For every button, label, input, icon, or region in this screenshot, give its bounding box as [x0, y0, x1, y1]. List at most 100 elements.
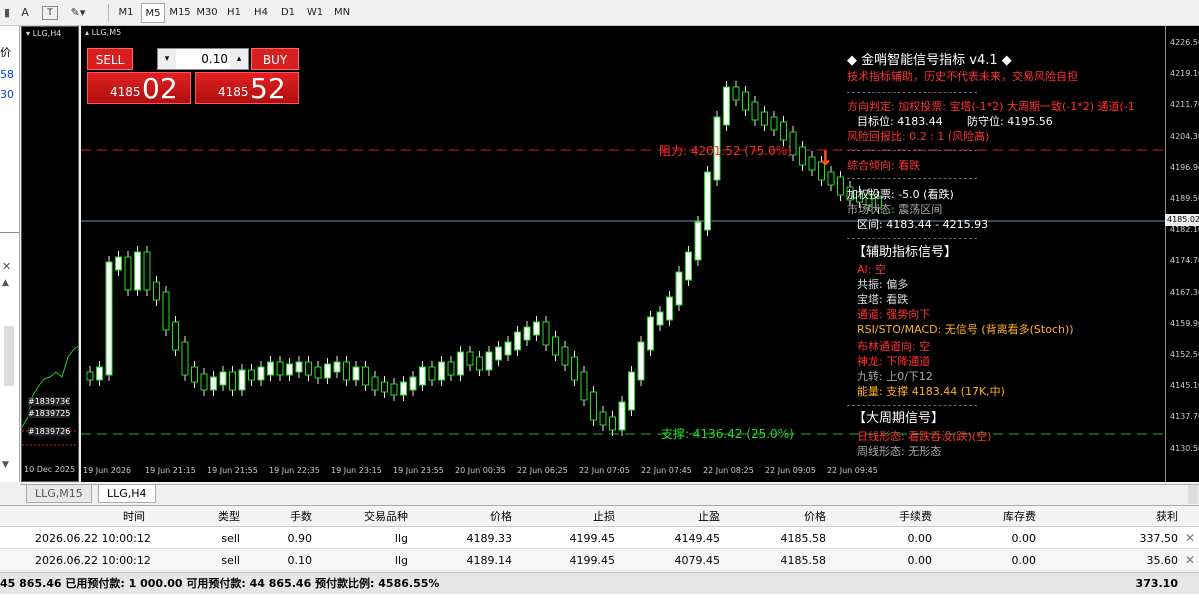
summary-text: 45 865.46 已用预付款: 1 000.00 可用预付款: 44 865.… — [0, 577, 440, 590]
x-axis-label: 10 Dec 2025 — [24, 465, 76, 474]
candle — [628, 371, 635, 411]
table-cell: 337.50 — [1139, 532, 1179, 545]
order-label: #1839726 — [28, 427, 71, 436]
candle — [162, 291, 170, 331]
timeframe-h1-button[interactable]: H1 — [222, 3, 246, 23]
candle — [409, 376, 417, 391]
table-cell: 手数 — [290, 510, 312, 523]
table-cell: 0.10 — [287, 554, 313, 567]
table-cell: 35.60 — [1146, 554, 1179, 567]
candle — [609, 416, 616, 431]
candle — [172, 321, 179, 351]
candle — [523, 326, 531, 341]
resistance-label: 阻力: 4201.52 (75.0%) — [659, 144, 792, 158]
candle — [324, 363, 331, 379]
candle — [362, 366, 369, 386]
dragon-text: 神龙: 下降通道 — [857, 355, 931, 368]
table-row[interactable]: 2026.06.22 10:00:12 sell 0.10 llg 4189.14 419… — [0, 550, 1199, 571]
candle — [390, 383, 398, 396]
candle — [552, 336, 559, 356]
candle — [561, 346, 569, 366]
candle — [742, 91, 749, 111]
lot-value[interactable]: 0.10 — [180, 49, 228, 69]
table-cell: 4199.45 — [569, 554, 616, 567]
candle — [476, 356, 483, 371]
scroll-down-icon[interactable]: ▼ — [2, 460, 9, 470]
text-label-icon[interactable]: T — [42, 6, 58, 20]
x-axis-tick: 22 Jun 07:45 — [641, 466, 692, 475]
price-axis[interactable]: 4226.50 4219.10 4211.70 4204.30 4196.90 4189.… — [1165, 26, 1199, 482]
candle — [419, 366, 426, 386]
lot-decrease-icon[interactable]: ▾ — [158, 49, 176, 69]
table-cell: 0.90 — [287, 532, 313, 545]
y-axis-tick: 4204.30 — [1170, 131, 1199, 141]
candle — [618, 401, 626, 431]
table-cell: 4185.58 — [780, 554, 827, 567]
table-cell: 0.00 — [1011, 532, 1037, 545]
y-axis-tick: 4174.70 — [1170, 256, 1199, 266]
tab-llg-h4[interactable]: LLG,H4 — [98, 485, 156, 503]
candle — [210, 376, 217, 391]
candle — [485, 351, 493, 371]
tower-text: 宝塔: 看跌 — [857, 293, 909, 306]
close-icon[interactable]: ✕ — [2, 260, 11, 273]
timeframe-m5-button[interactable]: M5 — [141, 3, 165, 23]
candle — [276, 361, 284, 376]
candle — [86, 371, 94, 381]
timeframe-m15-button[interactable]: M15 — [168, 3, 192, 23]
candle — [732, 86, 740, 101]
candle — [124, 256, 132, 291]
scroll-up-icon[interactable]: ▲ — [2, 278, 9, 288]
sell-price-box[interactable]: 4185 02 — [87, 72, 191, 105]
table-cell: 4189.33 — [466, 532, 513, 545]
x-axis-tick: 19 Jun 23:15 — [331, 466, 382, 475]
candle — [723, 86, 730, 126]
table-cell: 2026.06.22 10:00:12 — [35, 532, 151, 545]
sell-price-big: 02 — [142, 72, 178, 105]
text-tool-button[interactable]: A — [18, 3, 32, 23]
table-cell: 0.00 — [907, 532, 933, 545]
candle — [590, 391, 597, 421]
close-order-icon[interactable]: ✕ — [1185, 550, 1195, 571]
chart-window-m5[interactable]: ▴ LLG,M5 SELL ▾ 0.10 ▴ BUY 4185 02 4185 … — [81, 26, 1199, 482]
table-cell: llg — [394, 554, 408, 567]
y-axis-tick: 4189.50 — [1170, 194, 1199, 203]
panel-label: 价 — [0, 46, 11, 59]
candle — [191, 366, 198, 383]
chart-window-h4[interactable]: ▾ LLG,H4 #183973€ #1839725 #1839726 10 D… — [21, 26, 79, 482]
close-order-icon[interactable]: ✕ — [1185, 528, 1195, 549]
timeframe-d1-button[interactable]: D1 — [276, 3, 300, 23]
buy-button[interactable]: BUY — [251, 48, 299, 70]
candle — [305, 361, 312, 376]
x-axis-tick: 22 Jun 09:05 — [765, 466, 816, 475]
indicator-overlay: ◆ 金哨智能信号指标 v4.1 ◆ 技术指标辅助，历史不代表未来，交易风险自担 … — [847, 48, 1199, 458]
cursor-icon[interactable]: ▮ — [2, 3, 12, 23]
shapes-icon[interactable]: ✎▾ — [68, 3, 88, 23]
candle — [495, 346, 502, 361]
timeframe-mn-button[interactable]: MN — [330, 3, 354, 23]
table-cell: 获利 — [1156, 510, 1178, 523]
candle — [438, 361, 445, 381]
timeframe-w1-button[interactable]: W1 — [303, 3, 327, 23]
table-row[interactable]: 2026.06.22 10:00:12 sell 0.90 llg 4189.33 419… — [0, 528, 1199, 549]
candle — [105, 261, 113, 376]
tab-llg-m15[interactable]: LLG,M15 — [26, 485, 92, 503]
x-axis-tick: 19 Jun 23:55 — [393, 466, 444, 475]
panel-value: 58 — [0, 68, 14, 81]
order-label: #1839725 — [28, 409, 71, 418]
table-cell: llg — [394, 532, 408, 545]
scrollbar-thumb[interactable] — [4, 326, 14, 386]
x-axis-tick: 19 Jun 2026 — [83, 466, 132, 475]
lot-increase-icon[interactable]: ▴ — [230, 49, 248, 69]
candle — [837, 176, 844, 196]
scrollbar[interactable] — [1188, 485, 1198, 504]
candle — [381, 381, 388, 393]
timeframe-m1-button[interactable]: M1 — [114, 3, 138, 23]
account-summary: 45 865.46 已用预付款: 1 000.00 可用预付款: 44 865.… — [0, 572, 1199, 594]
timeframe-m30-button[interactable]: M30 — [195, 3, 219, 23]
timeframe-h4-button[interactable]: H4 — [249, 3, 273, 23]
one-click-trade-panel: SELL ▾ 0.10 ▴ BUY 4185 02 4185 52 — [87, 48, 299, 105]
buy-price-box[interactable]: 4185 52 — [195, 72, 299, 105]
lot-input[interactable]: ▾ 0.10 ▴ — [157, 48, 249, 70]
sell-button[interactable]: SELL — [87, 48, 133, 70]
